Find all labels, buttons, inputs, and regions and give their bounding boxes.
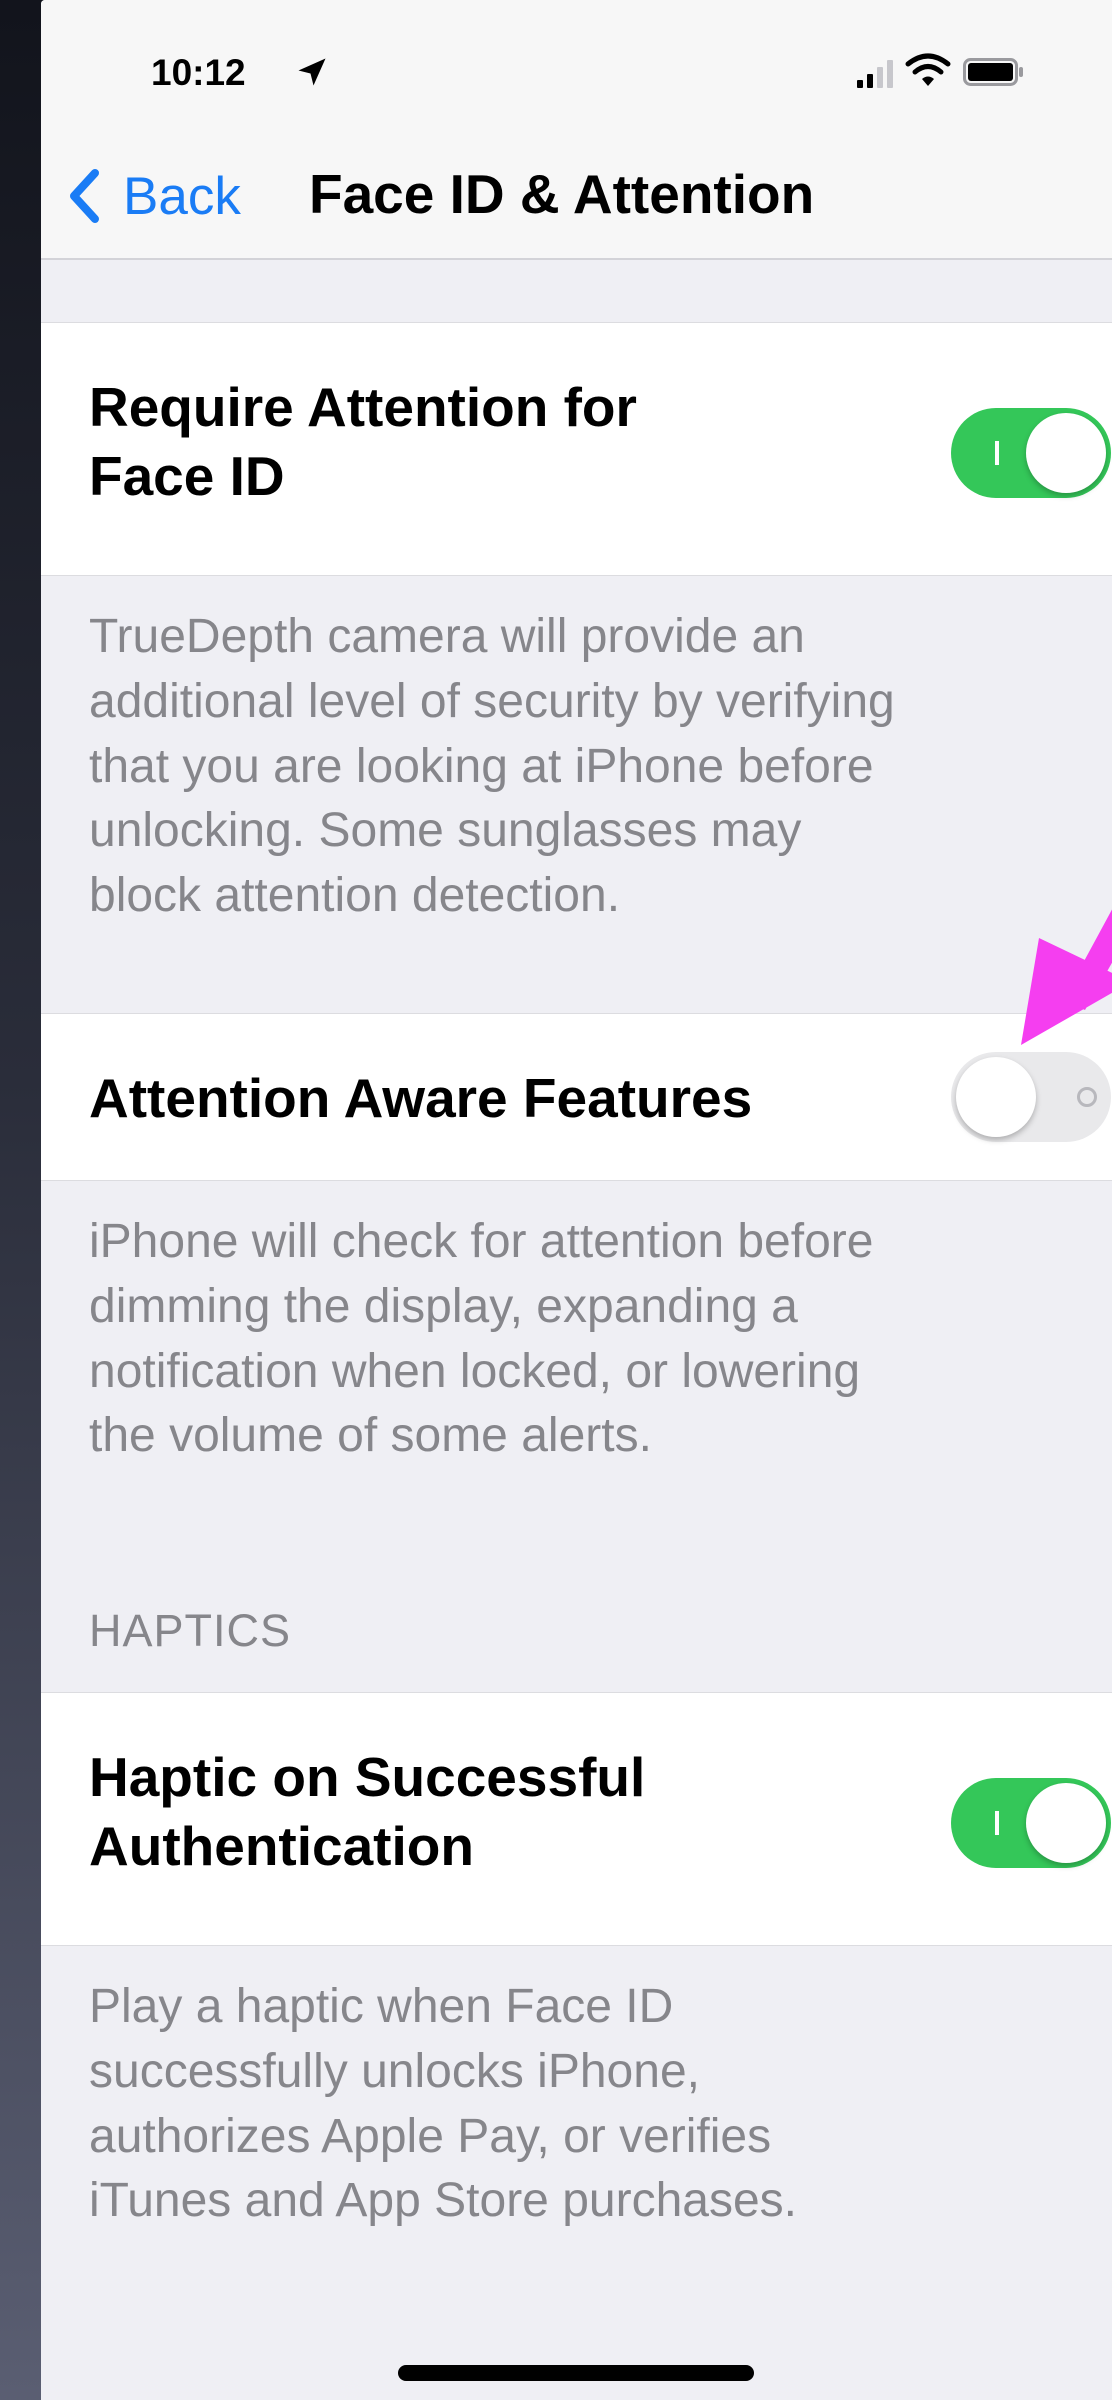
back-label: Back [123, 166, 241, 226]
navigation-bar: Back Face ID & Attention [41, 140, 1112, 260]
toggle-knob [956, 1057, 1036, 1137]
require-attention-footer: TrueDepth camera will provide an additio… [89, 605, 1099, 929]
toggle-knob [1026, 413, 1106, 493]
footer-line: authorizes Apple Pay, or verifies [89, 2109, 772, 2163]
footer-line: notification when locked, or lowering [89, 1344, 861, 1398]
page-title: Face ID & Attention [309, 163, 815, 225]
annotation-arrow-icon [1021, 909, 1112, 1045]
battery-icon [963, 58, 1023, 86]
haptic-success-footer: Play a haptic when Face ID successfully … [89, 1975, 1099, 2234]
footer-line: TrueDepth camera will provide an [89, 610, 805, 663]
footer-line: additional level of security by verifyin… [89, 674, 895, 728]
require-attention-label: Require Attention for Face ID [89, 373, 637, 511]
haptic-success-cell: Haptic on Successful Authentication [41, 1692, 1112, 1946]
footer-line: iTunes and App Store purchases. [89, 2174, 797, 2228]
chevron-left-icon [70, 169, 99, 223]
footer-line: iPhone will check for attention before [89, 1215, 874, 1268]
haptic-success-toggle[interactable] [951, 1778, 1111, 1868]
require-attention-label-line1: Require Attention for [89, 376, 637, 438]
haptics-section-header: HAPTICS [89, 1605, 292, 1656]
footer-line: the volume of some alerts. [89, 1409, 652, 1463]
phone-screen: 10:12 Back Face ID & Attention Require A… [41, 0, 1112, 2400]
toggle-on-mark [995, 441, 999, 465]
toggle-on-mark [995, 1811, 999, 1835]
footer-line: block attention detection. [89, 869, 621, 923]
footer-line: dimming the display, expanding a [89, 1279, 798, 1333]
require-attention-label-line2: Face ID [89, 444, 285, 507]
haptic-success-label-line2: Authentication [89, 1814, 474, 1877]
footer-line: unlocking. Some sunglasses may [89, 804, 802, 858]
signal-bars-icon [857, 60, 893, 88]
back-button[interactable]: Back [67, 160, 241, 232]
home-indicator[interactable] [398, 2365, 754, 2381]
attention-aware-cell: Attention Aware Features [41, 1013, 1112, 1181]
haptic-success-label-line1: Haptic on Successful [89, 1746, 646, 1808]
attention-aware-footer: iPhone will check for attention before d… [89, 1210, 1099, 1469]
attention-aware-label: Attention Aware Features [89, 1067, 753, 1129]
wifi-icon [905, 53, 951, 86]
toggle-knob [1026, 1783, 1106, 1863]
toggle-off-mark [1077, 1087, 1097, 1107]
haptic-success-label: Haptic on Successful Authentication [89, 1743, 645, 1881]
attention-aware-toggle[interactable] [951, 1052, 1111, 1142]
location-arrow-icon [298, 58, 326, 86]
footer-line: that you are looking at iPhone before [89, 739, 874, 793]
footer-line: successfully unlocks iPhone, [89, 2044, 700, 2098]
footer-line: Play a haptic when Face ID [89, 1980, 674, 2033]
require-attention-toggle[interactable] [951, 408, 1111, 498]
require-attention-cell: Require Attention for Face ID [41, 322, 1112, 576]
status-bar: 10:12 [41, 0, 1112, 140]
status-time: 10:12 [151, 52, 246, 93]
